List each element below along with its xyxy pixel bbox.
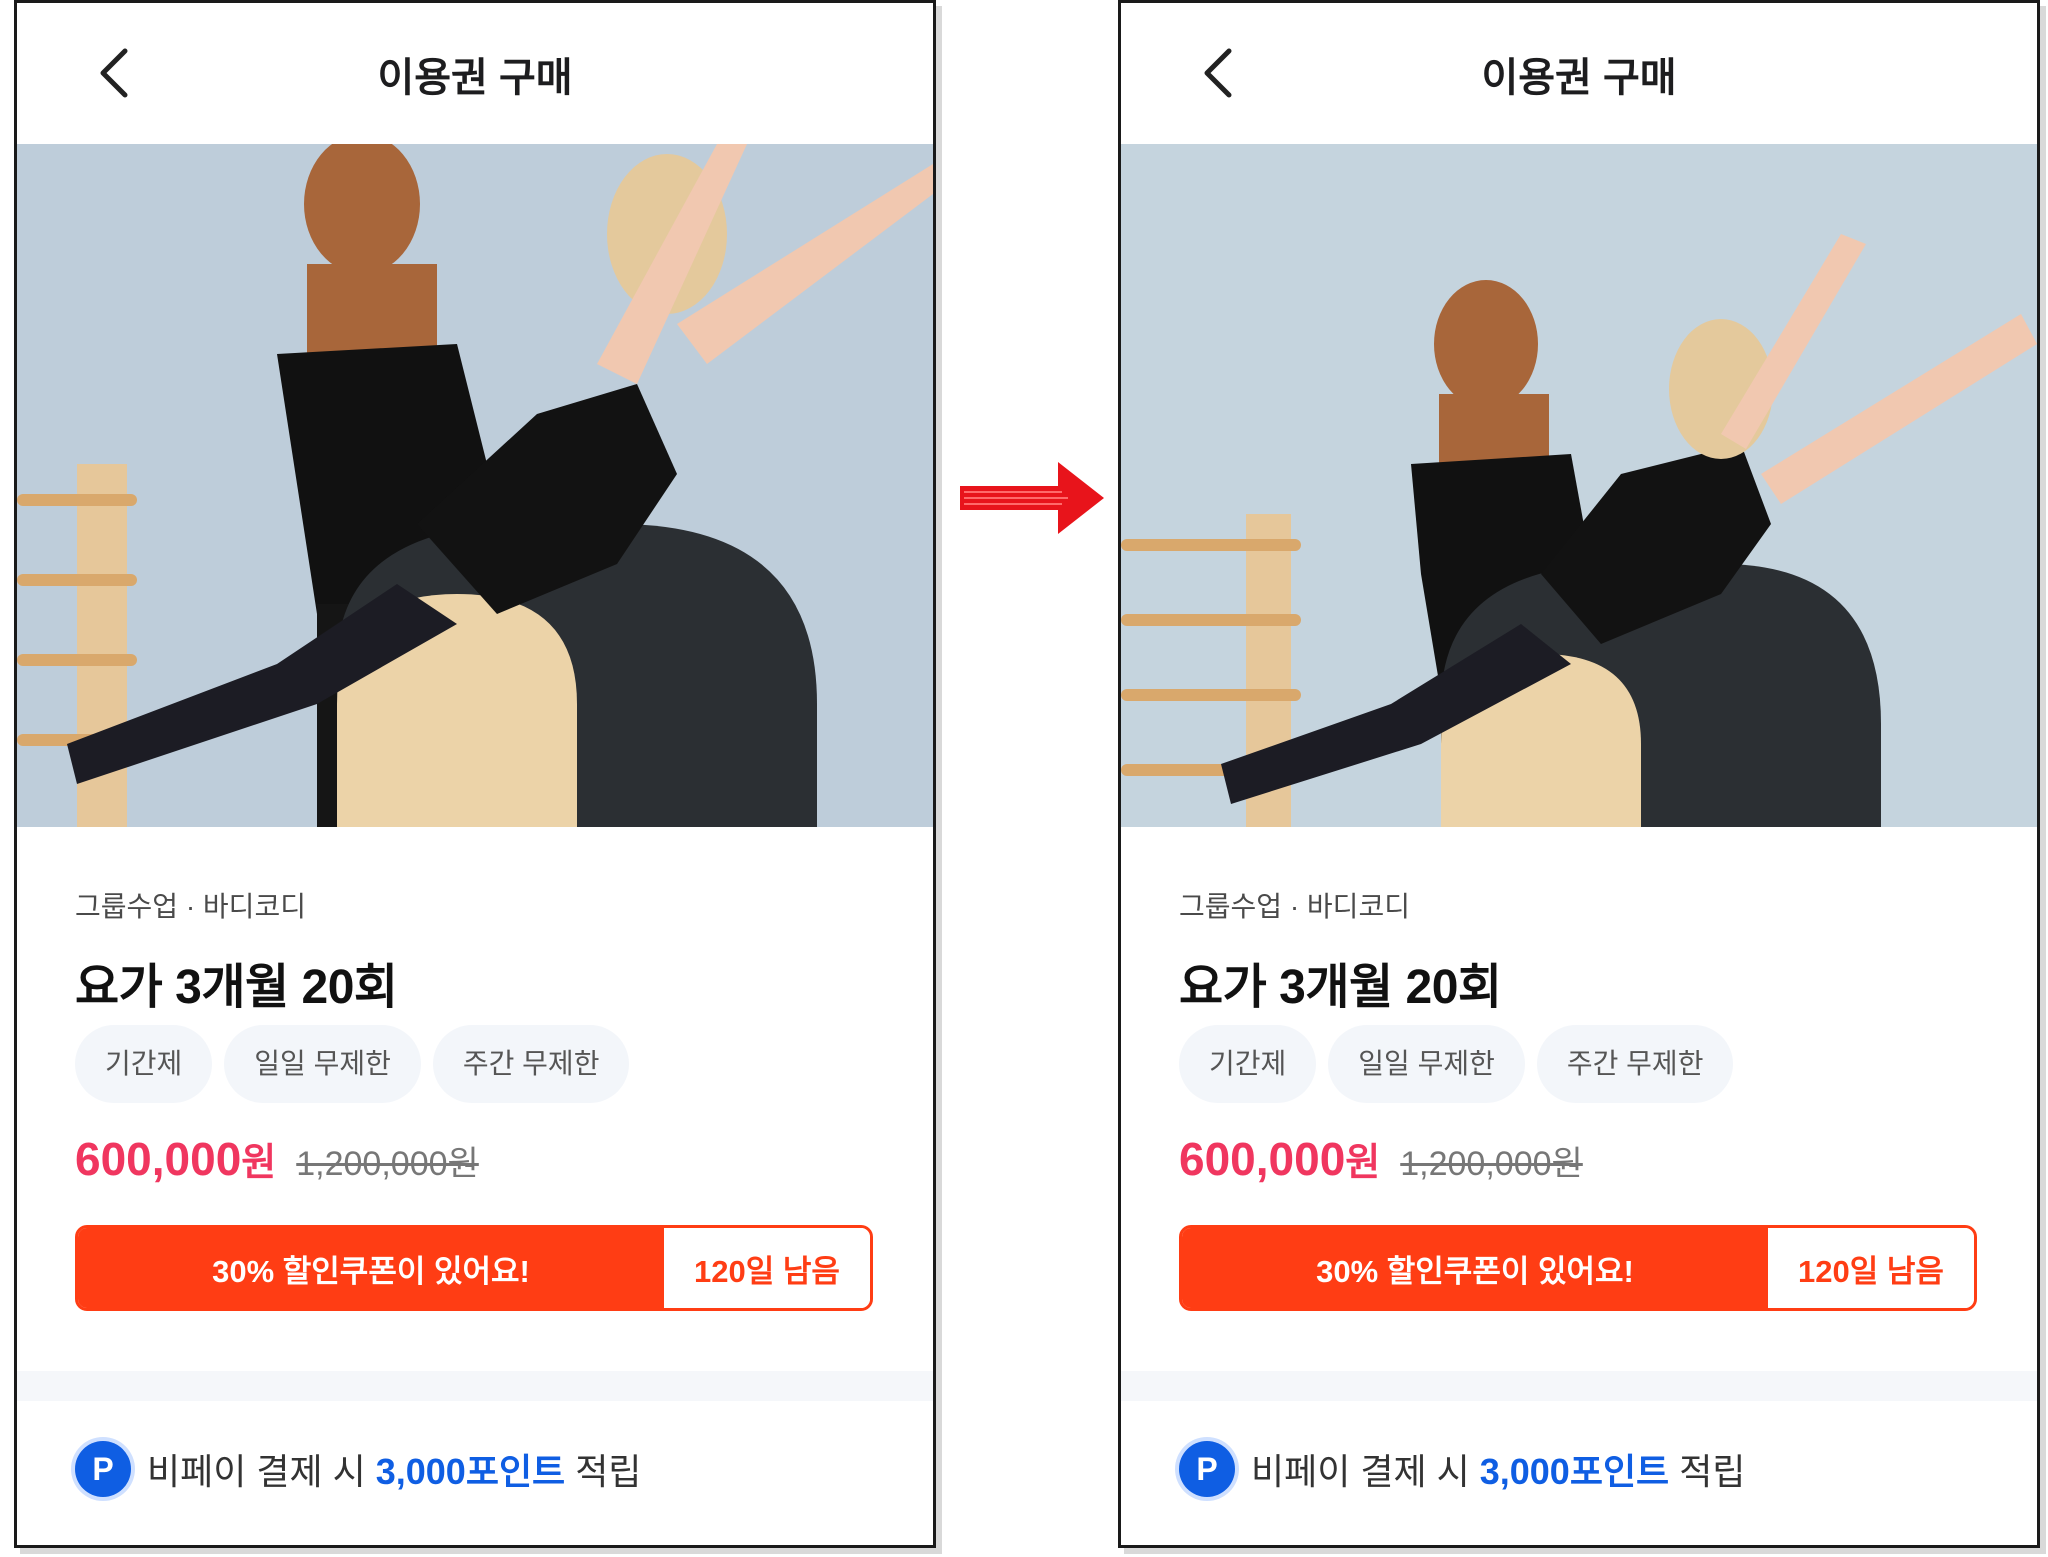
tag-daily-unlimited: 일일 무제한 bbox=[224, 1025, 421, 1103]
tag-weekly-unlimited: 주간 무제한 bbox=[432, 1025, 630, 1103]
product-info: 그룹수업 · 바디코디 요가 3개월 20회 기간제 일일 무제한 주간 무제한… bbox=[75, 885, 881, 1311]
product-title: 요가 3개월 20회 bbox=[75, 961, 398, 1014]
section-divider bbox=[1121, 1371, 2037, 1401]
hero-image bbox=[17, 144, 933, 827]
point-text: 비페이 결제 시 3,000포인트 적립 bbox=[147, 1451, 642, 1492]
tag-weekly-unlimited: 주간 무제한 bbox=[1536, 1025, 1734, 1103]
p-coin-icon: P bbox=[75, 1441, 131, 1497]
tag-daily-unlimited: 일일 무제한 bbox=[1328, 1025, 1525, 1103]
tag-list: 기간제 일일 무제한 주간 무제한 bbox=[75, 1025, 630, 1103]
price-row: 600,000원 1,200,000원 bbox=[1179, 1131, 1583, 1186]
point-text: 비페이 결제 시 3,000포인트 적립 bbox=[1251, 1451, 1746, 1492]
app-bar: 이용권 구매 bbox=[1121, 3, 2037, 143]
app-bar: 이용권 구매 bbox=[17, 3, 933, 143]
price-original: 1,200,000원 bbox=[1400, 1145, 1583, 1183]
hero-image bbox=[1121, 144, 2037, 827]
screen-before: 이용권 구매 그룹수업 · 바디코디 요가 3개월 20회 기간제 일일 무제한… bbox=[14, 0, 936, 1548]
coupon-banner[interactable]: 30% 할인쿠폰이 있어요! 120일 남음 bbox=[1179, 1225, 1977, 1311]
coupon-label: 30% 할인쿠폰이 있어요! bbox=[78, 1228, 664, 1308]
tag-period: 기간제 bbox=[75, 1025, 213, 1103]
product-meta: 그룹수업 · 바디코디 bbox=[1179, 891, 1410, 922]
page-title: 이용권 구매 bbox=[1481, 56, 1677, 100]
price-current: 600,000원 bbox=[1179, 1133, 1381, 1185]
point-banner: P 비페이 결제 시 3,000포인트 적립 bbox=[75, 1441, 641, 1497]
price-original: 1,200,000원 bbox=[296, 1145, 479, 1183]
screen-after: 이용권 구매 그룹수업 · 바디코디 요가 3개월 20회 기간제 일일 무제한… bbox=[1118, 0, 2040, 1548]
product-title: 요가 3개월 20회 bbox=[1179, 961, 1502, 1014]
product-meta: 그룹수업 · 바디코디 bbox=[75, 891, 306, 922]
coupon-days-left: 120일 남음 bbox=[1768, 1228, 1974, 1308]
page-title: 이용권 구매 bbox=[377, 56, 573, 100]
coupon-banner[interactable]: 30% 할인쿠폰이 있어요! 120일 남음 bbox=[75, 1225, 873, 1311]
tag-period: 기간제 bbox=[1179, 1025, 1317, 1103]
red-arrow-icon bbox=[960, 462, 1104, 534]
p-coin-icon: P bbox=[1179, 1441, 1235, 1497]
coupon-label: 30% 할인쿠폰이 있어요! bbox=[1182, 1228, 1768, 1308]
coupon-days-left: 120일 남음 bbox=[664, 1228, 870, 1308]
section-divider bbox=[17, 1371, 933, 1401]
point-banner: P 비페이 결제 시 3,000포인트 적립 bbox=[1179, 1441, 1745, 1497]
price-current: 600,000원 bbox=[75, 1133, 277, 1185]
product-info: 그룹수업 · 바디코디 요가 3개월 20회 기간제 일일 무제한 주간 무제한… bbox=[1179, 885, 1985, 1311]
price-row: 600,000원 1,200,000원 bbox=[75, 1131, 479, 1186]
tag-list: 기간제 일일 무제한 주간 무제한 bbox=[1179, 1025, 1734, 1103]
